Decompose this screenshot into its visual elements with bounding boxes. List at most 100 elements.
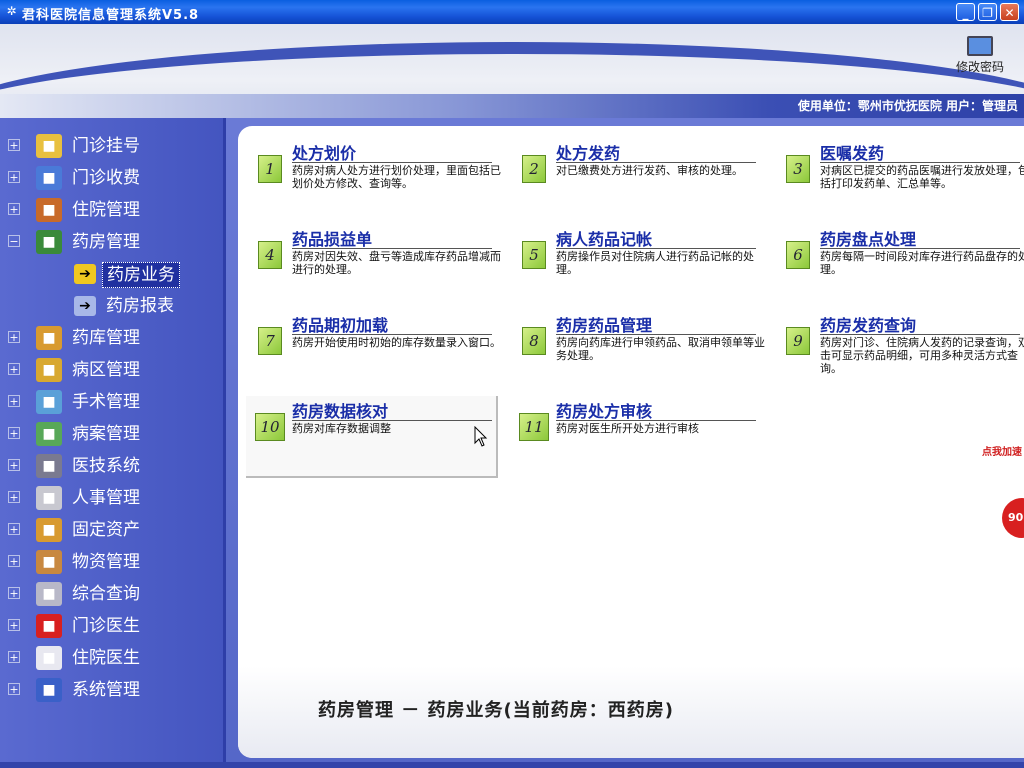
sidebar-item-0[interactable]: + ■ 门诊挂号: [8, 132, 218, 160]
expand-toggle-icon[interactable]: +: [8, 331, 20, 343]
function-name: 药品损益单: [292, 230, 373, 249]
expand-toggle-icon[interactable]: +: [8, 491, 20, 503]
sidebar-item-9[interactable]: + ■ 人事管理: [8, 484, 218, 512]
sidebar-subitem-1[interactable]: ➔ 药房报表: [68, 292, 218, 320]
function-description: 药房对因失效、盘亏等造成库存药品增减而进行的处理。: [292, 250, 501, 276]
function-name: 病人药品记帐: [556, 230, 653, 249]
sidebar-item-label: 手术管理: [72, 392, 140, 412]
title-bar[interactable]: ✲ 君科医院信息管理系统V5.8 _ ❐ ✕: [0, 0, 1024, 24]
sidebar-subitem-label: 药房报表: [106, 296, 174, 316]
function-description: 药房对病人处方进行划价处理，里面包括已划价处方修改、查询等。: [292, 164, 501, 190]
sidebar: + ■ 门诊挂号 + ■ 门诊收费 + ■ 住院管理 − ■ 药房管理 ➔ 药房业务 ➔ 药房报表 + ■ 药库管理…: [0, 118, 226, 762]
function-card[interactable]: 1 处方划价 药房对病人处方进行划价处理，里面包括已划价处方修改、查询等。: [246, 138, 501, 218]
expand-toggle-icon[interactable]: +: [8, 523, 20, 535]
sidebar-item-8[interactable]: + ■ 医技系统: [8, 452, 218, 480]
mouse-cursor-icon: [474, 426, 488, 447]
function-card[interactable]: 9 药房发药查询 药房对门诊、住院病人发药的记录查询，双击可显示药品明细，可用多种灵…: [774, 310, 1024, 390]
expand-toggle-icon[interactable]: +: [8, 427, 20, 439]
unit-user-info: 使用单位：鄂州市优抚医院 用户：管理员: [797, 99, 1018, 113]
function-description: 药房对门诊、住院病人发药的记录查询，双击可显示药品明细，可用多种灵活方式查询。: [820, 336, 1024, 375]
sidebar-item-6[interactable]: + ■ 手术管理: [8, 388, 218, 416]
expand-toggle-icon[interactable]: +: [8, 459, 20, 471]
expand-toggle-icon[interactable]: +: [8, 587, 20, 599]
divider: [292, 334, 492, 335]
divider: [820, 334, 1020, 335]
doctor-icon: ■: [36, 614, 62, 638]
sidebar-item-3[interactable]: − ■ 药房管理: [8, 228, 218, 256]
sidebar-item-11[interactable]: + ■ 物资管理: [8, 548, 218, 576]
function-card[interactable]: 7 药品期初加载 药房开始使用时初始的库存数量录入窗口。: [246, 310, 501, 390]
sidebar-item-10[interactable]: + ■ 固定资产: [8, 516, 218, 544]
sidebar-item-13[interactable]: + ■ 门诊医生: [8, 612, 218, 640]
divider: [556, 162, 756, 163]
sidebar-item-12[interactable]: + ■ 综合查询: [8, 580, 218, 608]
function-card[interactable]: 5 病人药品记帐 药房操作员对住院病人进行药品记帐的处理。: [510, 224, 760, 304]
function-card[interactable]: 3 医嘱发药 对病区已提交的药品医嘱进行发放处理，包括打印发药单、汇总单等。: [774, 138, 1024, 218]
sidebar-subitem-0[interactable]: ➔ 药房业务: [68, 260, 218, 288]
function-number-icon: 6: [786, 241, 810, 269]
warehouse-icon: ■: [36, 326, 62, 350]
ward-icon: ■: [36, 198, 62, 222]
function-number-icon: 5: [522, 241, 546, 269]
inpatient-doctor-icon: ■: [36, 646, 62, 670]
sidebar-item-4[interactable]: + ■ 药库管理: [8, 324, 218, 352]
sidebar-item-label: 药房管理: [72, 232, 140, 252]
sidebar-item-15[interactable]: + ■ 系统管理: [8, 676, 218, 704]
expand-toggle-icon[interactable]: +: [8, 395, 20, 407]
expand-toggle-icon[interactable]: +: [8, 683, 20, 695]
minimize-button[interactable]: _: [956, 3, 975, 21]
divider: [820, 162, 1020, 163]
divider: [292, 248, 492, 249]
sidebar-item-label: 病案管理: [72, 424, 140, 444]
divider: [292, 162, 492, 163]
function-description: 药房对库存数据调整: [292, 422, 391, 435]
expand-toggle-icon[interactable]: +: [8, 555, 20, 567]
function-name: 药房发药查询: [820, 316, 917, 335]
sidebar-item-label: 门诊医生: [72, 616, 140, 636]
sidebar-subitem-label: 药房业务: [102, 262, 180, 288]
sidebar-item-label: 门诊收费: [72, 168, 140, 188]
function-name: 药房盘点处理: [820, 230, 917, 249]
sidebar-item-5[interactable]: + ■ 病区管理: [8, 356, 218, 384]
expand-toggle-icon[interactable]: +: [8, 171, 20, 183]
function-number-icon: 7: [258, 327, 282, 355]
current-location: 药房管理 － 药房业务(当前药房：西药房): [318, 700, 674, 721]
function-card[interactable]: 10 药房数据核对 药房对库存数据调整: [246, 396, 498, 478]
function-card[interactable]: 4 药品损益单 药房对因失效、盘亏等造成库存药品增减而进行的处理。: [246, 224, 501, 304]
maximize-button[interactable]: ❐: [978, 3, 997, 21]
function-description: 对已缴费处方进行发药、审核的处理。: [556, 164, 743, 177]
function-number-icon: 9: [786, 327, 810, 355]
expand-toggle-icon[interactable]: +: [8, 139, 20, 151]
header-banner: 使用单位：鄂州市优抚医院 用户：管理员: [0, 24, 1024, 118]
function-number-icon: 3: [786, 155, 810, 183]
expand-toggle-icon[interactable]: +: [8, 651, 20, 663]
sidebar-item-1[interactable]: + ■ 门诊收费: [8, 164, 218, 192]
divider: [820, 248, 1020, 249]
expand-toggle-icon[interactable]: +: [8, 619, 20, 631]
sidebar-item-label: 固定资产: [72, 520, 140, 540]
sidebar-item-14[interactable]: + ■ 住院医生: [8, 644, 218, 672]
function-number-icon: 4: [258, 241, 282, 269]
close-button[interactable]: ✕: [1000, 3, 1019, 21]
accelerator-widget[interactable]: 点我加速 90: [978, 442, 1024, 542]
sidebar-item-label: 病区管理: [72, 360, 140, 380]
expand-toggle-icon[interactable]: +: [8, 363, 20, 375]
sidebar-item-label: 系统管理: [72, 680, 140, 700]
sidebar-item-2[interactable]: + ■ 住院管理: [8, 196, 218, 224]
sidebar-item-label: 物资管理: [72, 552, 140, 572]
function-card[interactable]: 11 药房处方审核 药房对医生所开处方进行审核: [510, 396, 760, 476]
tech-icon: ■: [36, 454, 62, 478]
function-description: 药房对医生所开处方进行审核: [556, 422, 699, 435]
sidebar-item-7[interactable]: + ■ 病案管理: [8, 420, 218, 448]
change-password-button[interactable]: 修改密码: [950, 36, 1010, 75]
function-card[interactable]: 6 药房盘点处理 药房每隔一时间段对库存进行药品盘存的处理。: [774, 224, 1024, 304]
expand-toggle-icon[interactable]: +: [8, 203, 20, 215]
monitor-icon: [967, 36, 993, 56]
function-card[interactable]: 8 药房药品管理 药房向药库进行申领药品、取消申领单等业务处理。: [510, 310, 765, 390]
function-name: 药品期初加载: [292, 316, 389, 335]
function-card[interactable]: 2 处方发药 对已缴费处方进行发药、审核的处理。: [510, 138, 760, 218]
function-name: 处方划价: [292, 144, 357, 163]
calculator-icon: ■: [36, 166, 62, 190]
function-description: 对病区已提交的药品医嘱进行发放处理，包括打印发药单、汇总单等。: [820, 164, 1024, 190]
expand-toggle-icon[interactable]: −: [8, 235, 20, 247]
